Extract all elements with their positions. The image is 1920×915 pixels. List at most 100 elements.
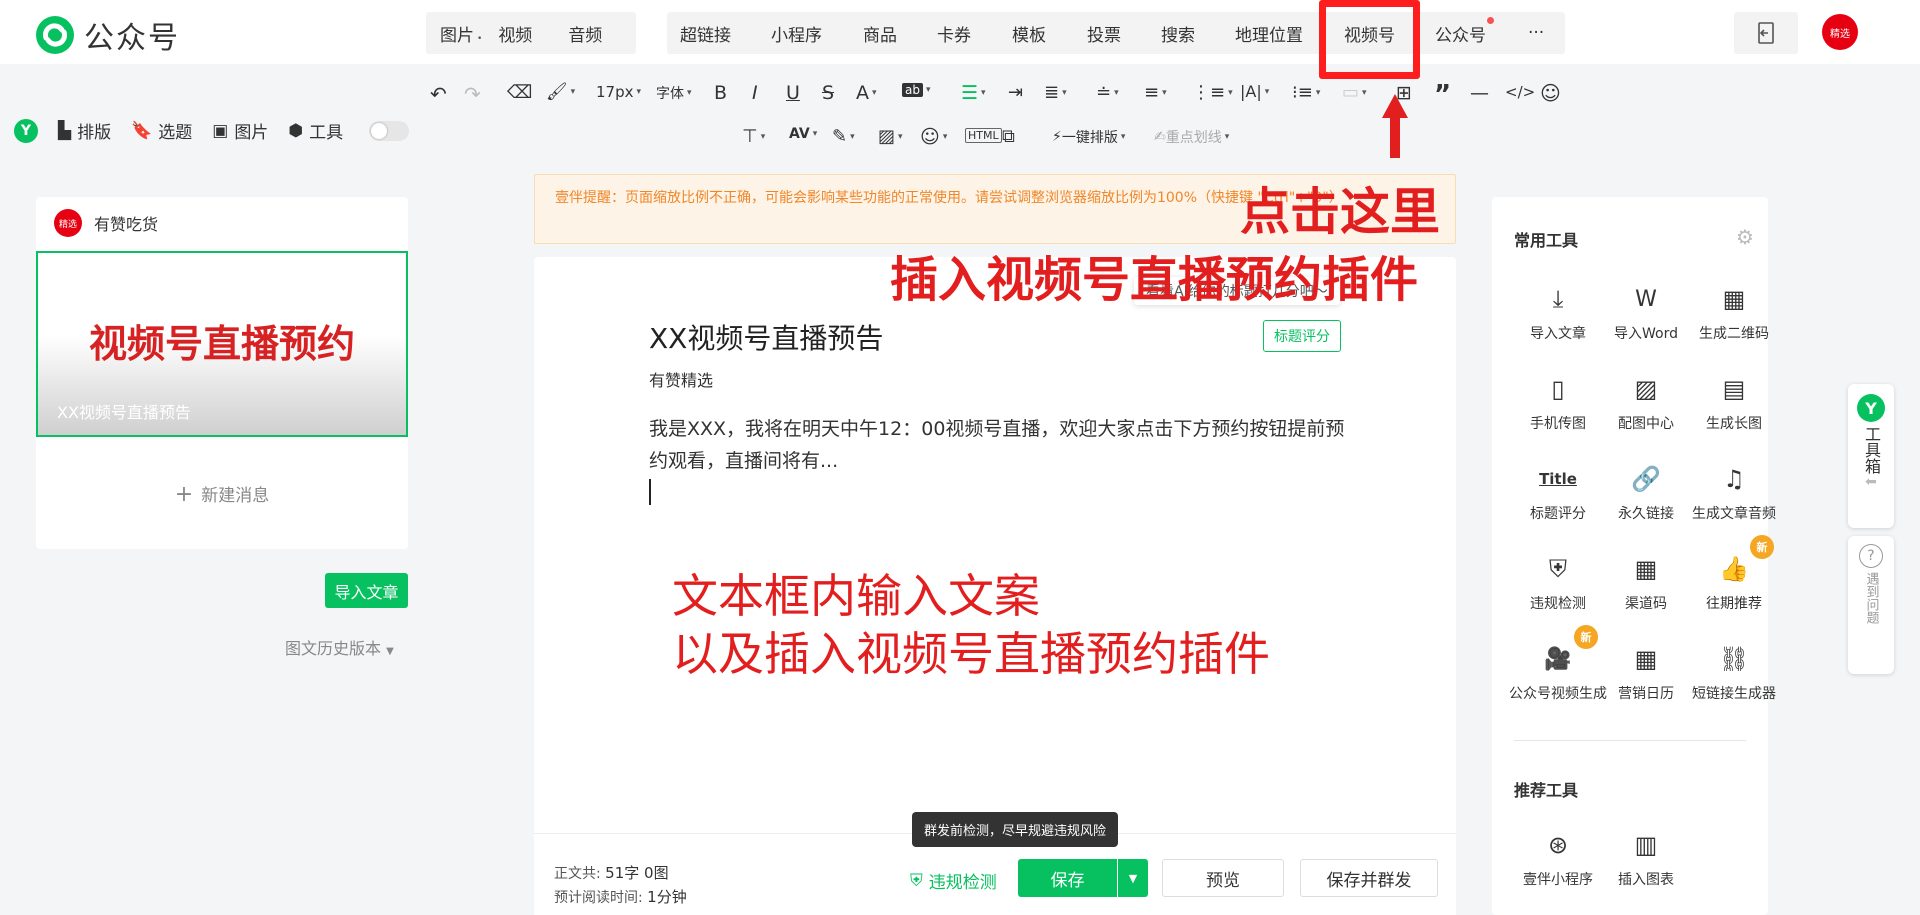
avatar[interactable]: 精选	[1822, 14, 1858, 50]
preview-button[interactable]: 预览	[1162, 859, 1284, 897]
nav-video[interactable]: 视频	[498, 21, 532, 46]
bold-icon[interactable]: B	[714, 82, 727, 104]
nav-hyperlink[interactable]: 超链接	[680, 21, 731, 46]
letter-spacing-icon[interactable]: AV ▾	[789, 126, 817, 142]
image-button[interactable]: ▣ 图片	[212, 118, 268, 144]
quote-icon[interactable]: ”	[1434, 80, 1451, 110]
save-dropdown-icon[interactable]: ▼	[1117, 859, 1148, 897]
one-click-layout-button[interactable]: ⚡ 一键排版 ▾	[1052, 127, 1125, 147]
italic-icon[interactable]: I	[752, 82, 758, 104]
tool-article-audio[interactable]: ♫ 生成文章音频	[1688, 461, 1780, 523]
article-body[interactable]: 我是XXX，我将在明天中午12：00视频号直播，欢迎大家点击下方预约按钮提前预约…	[649, 413, 1349, 477]
tool-short-link[interactable]: ⛓ 短链接生成器	[1688, 641, 1780, 703]
notification-dot	[1487, 16, 1494, 24]
magic-wand-icon[interactable]: ✎ ▾	[832, 126, 855, 147]
format-painter-icon[interactable]: 🖌 ▾	[546, 82, 575, 102]
article-title[interactable]: XX视频号直播预告	[649, 317, 883, 357]
panel-divider	[1514, 740, 1746, 741]
tool-long-image[interactable]: ▤ 生成长图	[1688, 371, 1780, 433]
logo[interactable]: 公众号	[34, 13, 180, 57]
code-icon[interactable]: </>	[1505, 83, 1535, 101]
new-message-button[interactable]: + 新建消息	[36, 481, 408, 507]
help-button[interactable]: ? 遇到问题	[1848, 536, 1894, 674]
phone-icon: ▯	[1551, 375, 1565, 403]
eraser-icon[interactable]: ⌫	[507, 82, 532, 103]
tool-past-recommend[interactable]: 👍 往期推荐	[1688, 551, 1780, 613]
tool-phone-upload[interactable]: ▯ 手机传图	[1512, 371, 1604, 433]
tool-import-article[interactable]: ⤓ 导入文章	[1512, 281, 1604, 343]
numbered-list-icon[interactable]: ⋮≡ ▾	[1192, 82, 1233, 103]
tool-mini-program[interactable]: ⊛ 壹伴小程序	[1512, 827, 1604, 889]
line-spacing-icon[interactable]: ≣ ▾	[1044, 82, 1067, 103]
toolbox-label: 工具箱	[1862, 426, 1881, 474]
redo-icon[interactable]: ↷	[464, 82, 481, 106]
toggle-switch[interactable]	[369, 120, 410, 141]
html-icon[interactable]: HTML	[965, 128, 1002, 143]
nav-search[interactable]: 搜索	[1161, 21, 1195, 46]
layout-button[interactable]: ▙ 排版	[58, 118, 111, 144]
tool-channel-code[interactable]: ▦ 渠道码	[1600, 551, 1692, 613]
save-button[interactable]: 保存 ▼	[1018, 859, 1148, 897]
download-icon: ⤓	[1552, 285, 1564, 313]
save-and-send-button[interactable]: 保存并群发	[1300, 859, 1438, 897]
first-indent-icon[interactable]: ⊤ ▾	[742, 126, 765, 147]
nav-channels[interactable]: 视频号	[1344, 21, 1395, 46]
indent-icon[interactable]: ⇥	[1008, 82, 1023, 103]
highlight-line-button[interactable]: ✍ 重点划线 ▾	[1154, 127, 1229, 147]
sticker-icon[interactable]: ☺ ▾	[920, 126, 947, 148]
nav-official-account[interactable]: 公众号	[1435, 16, 1494, 46]
nav-product[interactable]: 商品	[863, 21, 897, 46]
tool-import-word[interactable]: W 导入Word	[1600, 281, 1692, 343]
tool-marketing-calendar[interactable]: ▦ 营销日历	[1600, 641, 1692, 703]
article-card-title: XX视频号直播预告	[57, 403, 191, 422]
tool-title-score[interactable]: Title 标题评分	[1512, 461, 1604, 523]
tool-video-generate[interactable]: 🎥 公众号视频生成	[1504, 641, 1612, 703]
editor-canvas[interactable]: 看看AI给你的标题打几分吧～ 标题评分 XX视频号直播预告 有赞精选 我是XXX…	[534, 257, 1456, 835]
font-family-select[interactable]: 字体 ▾	[656, 83, 692, 103]
topic-button[interactable]: 🔖 选题	[131, 118, 192, 144]
nav-mini-program[interactable]: 小程序	[771, 21, 822, 46]
history-version-button[interactable]: 图文历史版本 ▼	[285, 635, 394, 659]
nav-more[interactable]: ···	[1528, 23, 1544, 43]
bullet-list-icon[interactable]: ⁝≡ ▾	[1292, 82, 1320, 103]
nav-location[interactable]: 地理位置	[1235, 21, 1303, 46]
block-style-icon[interactable]: ▭ ▾	[1342, 82, 1367, 103]
violation-check-button[interactable]: ⛨ 违规检测	[910, 868, 997, 894]
nav-vote[interactable]: 投票	[1087, 21, 1121, 46]
image-insert-icon[interactable]: ▨ ▾	[878, 126, 903, 147]
title-score-button[interactable]: 标题评分	[1263, 320, 1341, 352]
divider-icon[interactable]: —	[1470, 82, 1489, 104]
font-color-icon[interactable]: A ▾	[856, 82, 877, 104]
article-card-selected[interactable]: 视频号直播预约 XX视频号直播预告	[36, 251, 408, 437]
paragraph-spacing-icon[interactable]: ≐ ▾	[1096, 82, 1119, 103]
nav-coupon[interactable]: 卡券	[937, 21, 971, 46]
tool-qr-code[interactable]: ▦ 生成二维码	[1688, 281, 1780, 343]
tool-permalink[interactable]: 🔗 永久链接	[1600, 461, 1692, 523]
emoji-icon[interactable]: ☺	[1540, 81, 1561, 105]
floating-toolbox[interactable]: Y 工具箱 ⬅	[1848, 384, 1894, 528]
tool-violation-check[interactable]: ⛨ 违规检测	[1512, 551, 1604, 613]
align-icon[interactable]: ☰ ▾	[961, 82, 986, 104]
underline-icon[interactable]: U	[786, 82, 800, 104]
settings-gear-icon[interactable]: ⚙	[1736, 225, 1754, 249]
spacing-after-icon[interactable]: ≡ ▾	[1144, 82, 1167, 103]
account-name: 有赞吃货	[94, 215, 159, 234]
nav-template[interactable]: 模板	[1012, 21, 1046, 46]
toolbox-icon[interactable]: ⧉	[1002, 126, 1015, 147]
import-article-button[interactable]: 导入文章	[325, 573, 408, 608]
background-color-icon[interactable]: ab ▾	[902, 83, 931, 97]
annotation-click-here: 点击这里	[1240, 183, 1440, 241]
font-size-select[interactable]: 17px ▾	[596, 83, 641, 101]
tools-button[interactable]: ⬢ 工具	[288, 118, 343, 144]
text-direction-icon[interactable]: |A| ▾	[1240, 82, 1269, 101]
undo-icon[interactable]: ↶	[430, 82, 447, 106]
recommend-tools-title: 推荐工具	[1514, 781, 1579, 800]
strikethrough-icon[interactable]: S	[822, 82, 834, 104]
tool-image-center[interactable]: ▨ 配图中心	[1600, 371, 1692, 433]
article-author[interactable]: 有赞精选	[649, 367, 713, 391]
exit-button[interactable]	[1734, 12, 1798, 54]
tool-insert-chart[interactable]: ▥ 插入图表	[1600, 827, 1692, 889]
mini-program-icon: ⊛	[1547, 831, 1569, 859]
nav-audio[interactable]: 音频	[568, 21, 602, 46]
nav-image[interactable]: 图片 •	[440, 21, 482, 46]
